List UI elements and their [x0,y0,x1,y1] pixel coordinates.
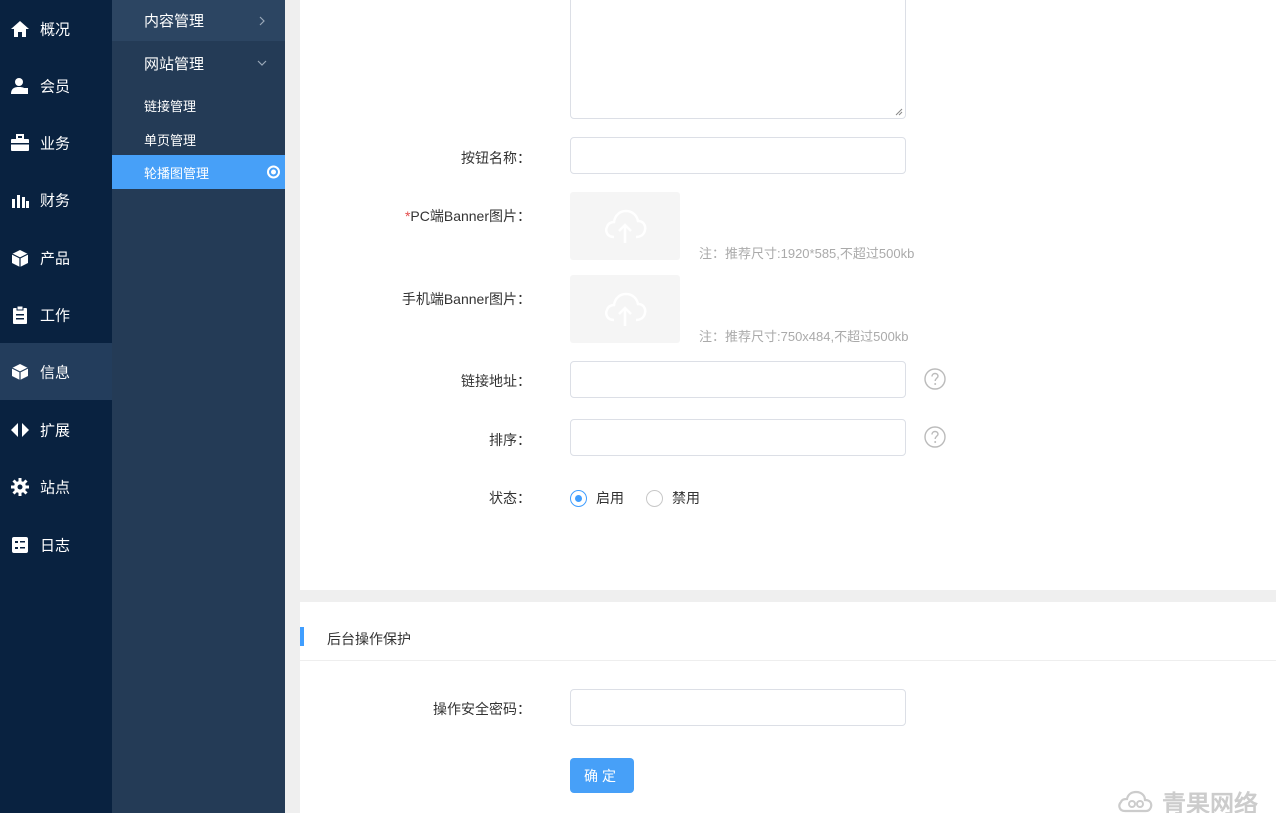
question-icon[interactable] [924,426,946,448]
link-input[interactable] [570,361,906,398]
nav-group-content[interactable]: 内容管理 [112,0,285,41]
radio-label: 禁用 [672,490,700,506]
pc-banner-hint: 注：推荐尺寸:1920*585,不超过500kb [699,246,915,261]
sort-label: 排序： [489,432,531,448]
nav-members[interactable]: 会员 [0,57,112,114]
nav-business[interactable]: 业务 [0,114,112,171]
nav-item-label: 单页管理 [144,132,197,148]
mobile-banner-hint: 注：推荐尺寸:750x484,不超过500kb [699,329,909,344]
description-textarea[interactable] [570,0,906,119]
bar-chart-icon [12,194,29,208]
pc-banner-label: *PC端Banner图片： [405,206,531,226]
arrows-icon [11,422,29,437]
nav-label: 概况 [40,21,71,38]
nav-extensions[interactable]: 扩展 [0,401,112,458]
chevron-right-icon [259,16,265,25]
user-icon [11,77,28,94]
button-name-label: 按钮名称： [461,150,531,166]
nav-overview[interactable]: 概况 [0,0,112,57]
radio-label: 启用 [596,490,624,506]
section-header: 后台操作保护 [300,602,1276,661]
banner-form-panel: 按钮名称： *PC端Banner图片： 注：推荐尺寸:1920*585,不超过5… [300,0,1276,590]
nav-group-website[interactable]: 网站管理 [112,41,285,85]
password-input[interactable] [570,689,906,726]
sort-input[interactable] [570,419,906,456]
submit-button[interactable]: 确定 [570,758,634,793]
mobile-banner-upload[interactable] [570,275,680,343]
nav-work[interactable]: 工作 [0,286,112,343]
primary-sidebar: 概况 会员 业务 财务 产品 工作 信息 扩展 站点 日志 [0,0,112,813]
log-icon [12,536,28,553]
pc-banner-upload[interactable] [570,192,680,260]
nav-label: 信息 [40,364,71,381]
radio-circle-checked [570,489,587,507]
cloud-upload-icon [605,292,647,326]
nav-products[interactable]: 产品 [0,229,112,286]
cloud-logo-icon [1118,790,1153,812]
protection-panel: 后台操作保护 操作安全密码： 确定 [300,602,1276,813]
link-label: 链接地址： [461,373,531,389]
button-name-input[interactable] [570,137,906,174]
nav-label: 扩展 [40,422,71,439]
nav-label: 工作 [40,307,71,324]
nav-finance[interactable]: 财务 [0,171,112,228]
briefcase-icon [11,133,29,151]
mobile-banner-label: 手机端Banner图片： [401,291,531,307]
nav-label: 日志 [40,537,71,554]
status-label: 状态： [489,490,531,506]
cube-icon [11,363,29,380]
nav-group-label: 网站管理 [144,55,205,73]
cloud-upload-icon [605,209,647,243]
nav-item-links[interactable]: 链接管理 [112,88,285,122]
section-title: 后台操作保护 [327,631,411,647]
section-accent-bar [300,627,304,646]
nav-item-label: 轮播图管理 [144,165,210,181]
nav-item-pages[interactable]: 单页管理 [112,122,285,156]
nav-label: 业务 [40,135,71,152]
nav-label: 财务 [40,192,71,209]
watermark-text: 青果网络 [1162,791,1258,813]
nav-group-label: 内容管理 [144,13,205,30]
secondary-sidebar: 内容管理 网站管理 链接管理 单页管理 轮播图管理 [112,0,285,813]
resize-grip-icon[interactable] [895,108,903,116]
status-radio-disabled[interactable]: 禁用 [646,488,700,508]
radio-circle [646,489,663,507]
chevron-down-icon [257,60,267,66]
clipboard-icon [13,305,27,324]
box-icon [11,249,29,267]
nav-item-banners[interactable]: 轮播图管理 [112,155,285,189]
nav-site[interactable]: 站点 [0,458,112,515]
password-label: 操作安全密码： [433,701,531,717]
nav-label: 站点 [40,479,71,496]
gear-icon [11,477,29,496]
question-icon[interactable] [924,368,946,390]
home-icon [11,20,29,37]
status-radio-enabled[interactable]: 启用 [570,488,624,508]
nav-logs[interactable]: 日志 [0,516,112,573]
watermark: 青果网络 [1116,784,1258,813]
pc-banner-label-text: PC端Banner图片： [410,208,531,224]
nav-label: 会员 [40,78,71,95]
nav-item-label: 链接管理 [144,98,197,114]
nav-label: 产品 [40,250,71,267]
nav-info[interactable]: 信息 [0,343,112,400]
active-dot-icon [267,165,280,179]
